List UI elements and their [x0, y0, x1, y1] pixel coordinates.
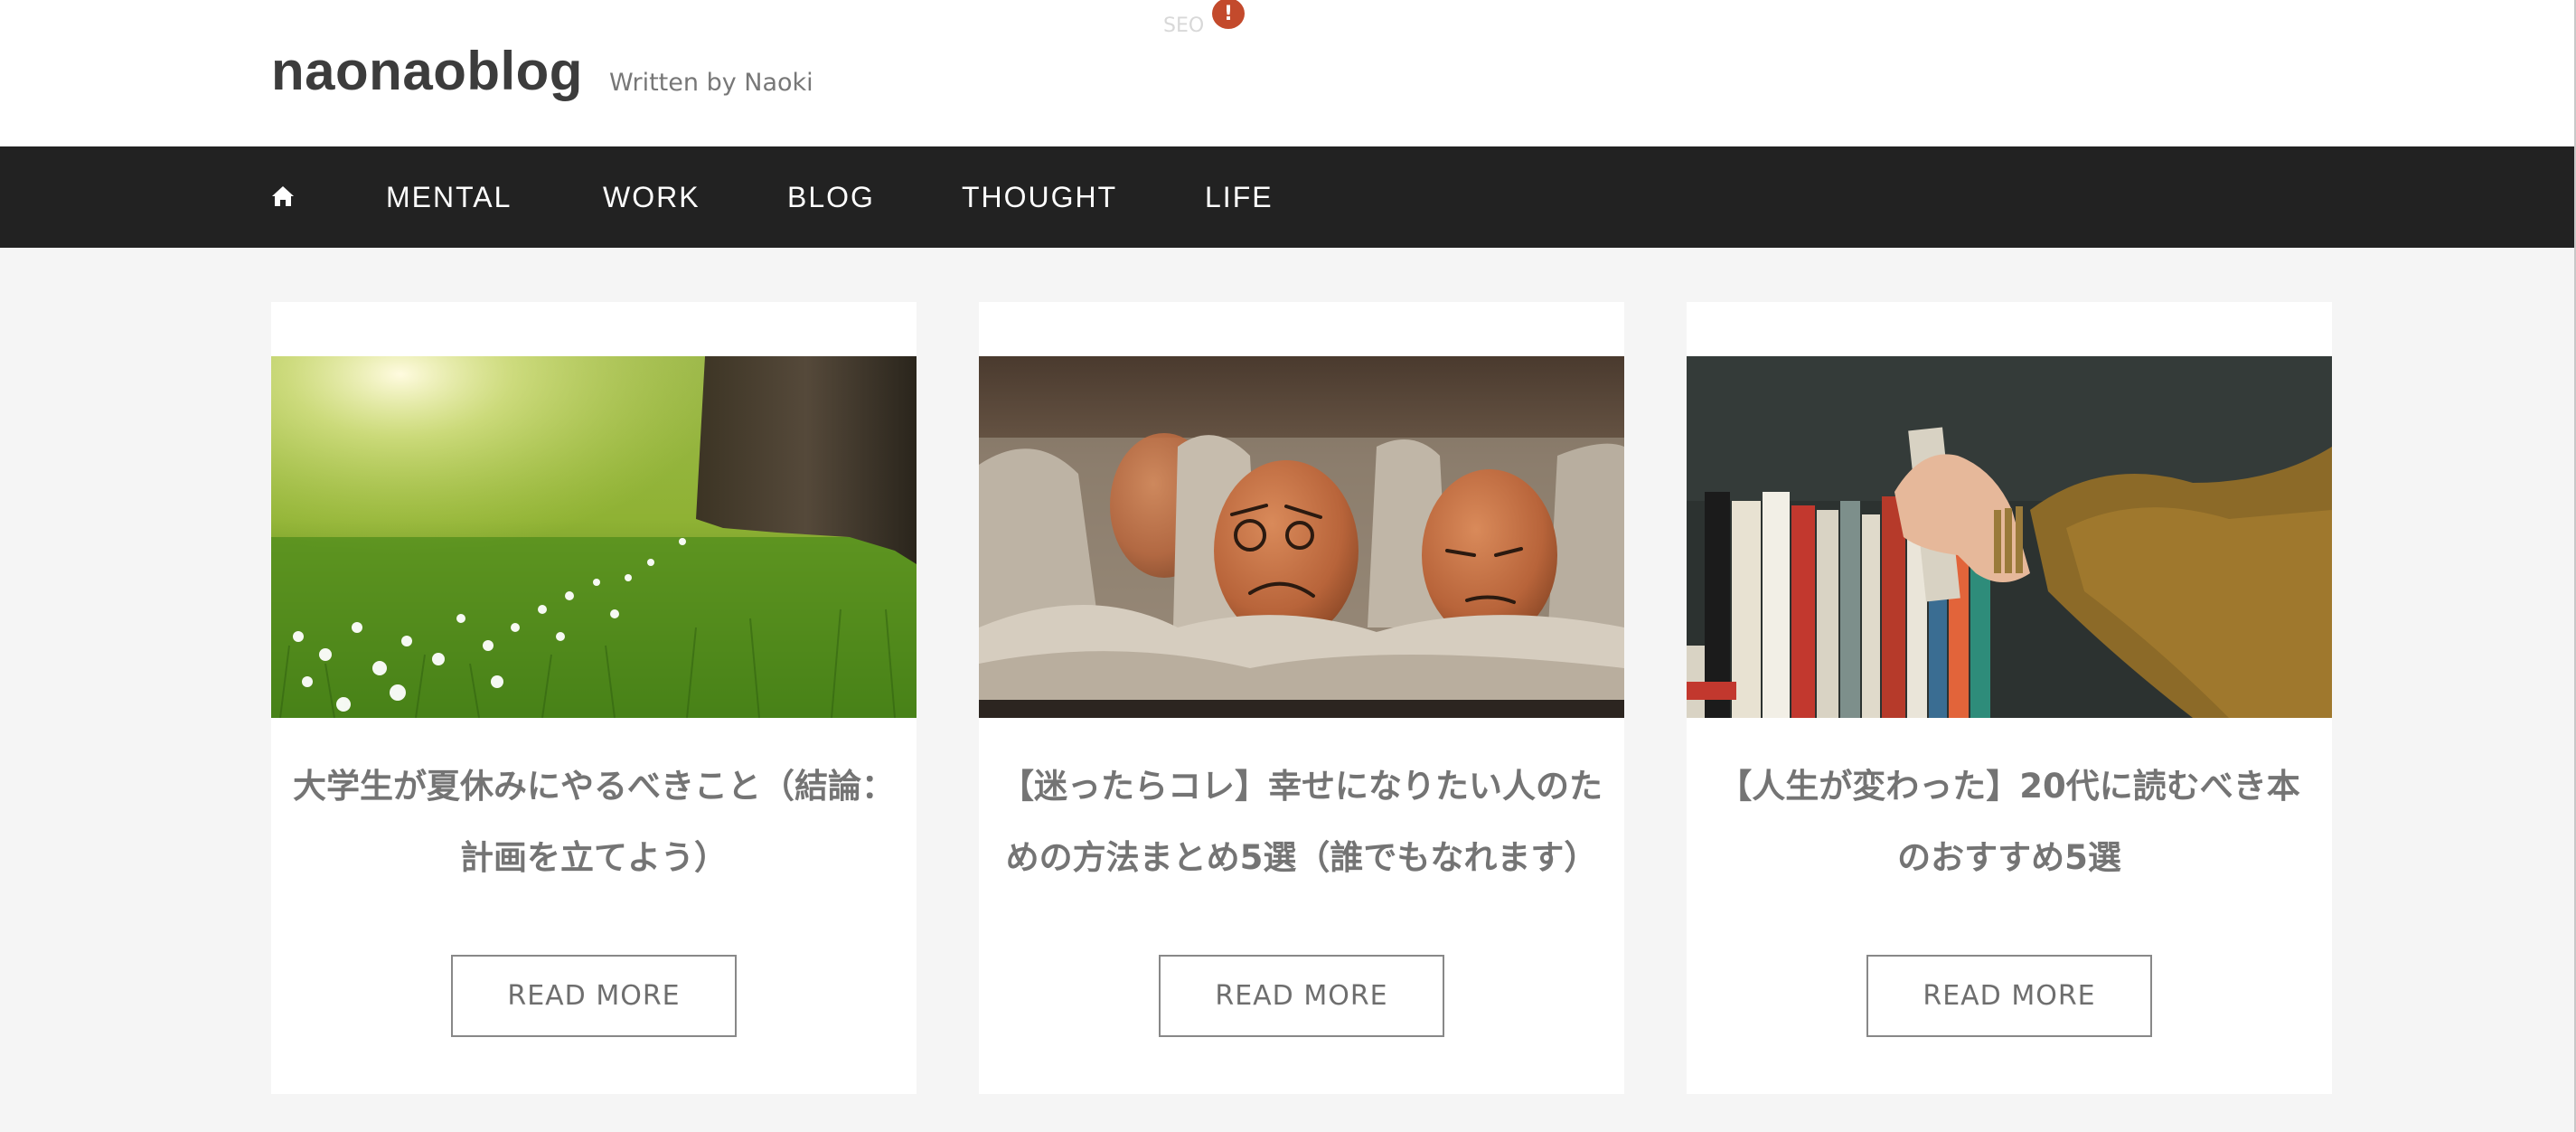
read-more-button[interactable]: READ MORE [451, 955, 737, 1037]
post-title-line: 【人生が変わった】20代に読むべき本 [1718, 767, 2300, 806]
post-title[interactable]: 大学生が夏休みにやるべきこと（結論： 計画を立てよう） [284, 750, 904, 893]
nav-item-life[interactable]: LIFE [1205, 181, 1274, 214]
site-title[interactable]: naonaoblog [271, 40, 583, 102]
read-more-button[interactable]: READ MORE [1866, 955, 2152, 1037]
site-header: naonaoblog Written by Naoki SEO ! [0, 0, 2576, 146]
post-title-line: のおすすめ5選 [1897, 838, 2121, 877]
post-title-line: 大学生が夏休みにやるべきこと（結論： [293, 767, 895, 806]
seo-label[interactable]: SEO [1163, 14, 1204, 37]
home-icon[interactable] [271, 184, 295, 208]
post-title-line: 計画を立てよう） [460, 838, 728, 877]
home-icon-glyph [272, 186, 294, 206]
nav-item-blog[interactable]: BLOG [787, 181, 875, 214]
books-image [1687, 356, 2332, 718]
post-title-line: 【迷ったらコレ】幸せになりたい人のた [1001, 767, 1603, 806]
meadow-image [271, 356, 917, 718]
post-title[interactable]: 【人生が変わった】20代に読むべき本 のおすすめ5選 [1699, 750, 2319, 893]
main-navigation: MENTAL WORK BLOG THOUGHT LIFE [0, 146, 2576, 248]
post-card: 大学生が夏休みにやるべきこと（結論： 計画を立てよう） READ MORE [271, 302, 917, 1094]
eggs-image [979, 356, 1624, 718]
seo-alert-badge[interactable]: ! [1212, 0, 1245, 29]
post-title-line: めの方法まとめ5選（誰でもなれます） [1005, 838, 1598, 877]
nav-item-mental[interactable]: MENTAL [386, 181, 512, 214]
post-thumbnail-meadow[interactable] [271, 356, 917, 718]
post-title[interactable]: 【迷ったらコレ】幸せになりたい人のた めの方法まとめ5選（誰でもなれます） [992, 750, 1612, 893]
post-card: 【迷ったらコレ】幸せになりたい人のた めの方法まとめ5選（誰でもなれます） RE… [979, 302, 1624, 1094]
post-thumbnail-eggs[interactable] [979, 356, 1624, 718]
post-card: 【人生が変わった】20代に読むべき本 のおすすめ5選 READ MORE [1687, 302, 2332, 1094]
post-thumbnail-books[interactable] [1687, 356, 2332, 718]
nav-item-thought[interactable]: THOUGHT [962, 181, 1117, 214]
site-tagline: Written by Naoki [609, 69, 813, 97]
read-more-button[interactable]: READ MORE [1159, 955, 1444, 1037]
nav-item-work[interactable]: WORK [603, 181, 700, 214]
